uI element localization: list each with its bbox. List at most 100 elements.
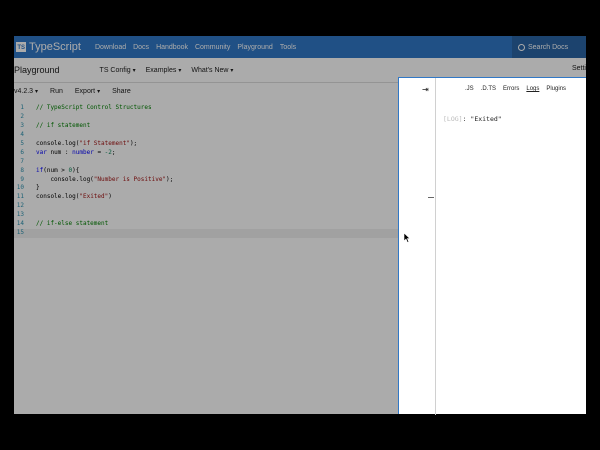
code-token: (num > [43, 166, 69, 174]
settings-link[interactable]: Setti [572, 65, 586, 72]
log-entry: [LOG]: "Exited" [443, 115, 502, 123]
line-number: 11 [16, 193, 24, 201]
code-text: // TypeScript Control Structures [36, 104, 152, 111]
line-number: 4 [20, 130, 24, 138]
nav-link-handbook[interactable]: Handbook [156, 44, 188, 51]
page-title: Playground [14, 65, 60, 75]
code-text: // if statement [36, 122, 90, 129]
code-token: ); [129, 139, 138, 147]
mouse-cursor-icon [404, 233, 411, 243]
code-token: console.log( [36, 139, 80, 147]
code-token: num : [46, 148, 73, 156]
code-line[interactable]: 7 [14, 158, 404, 167]
code-line[interactable]: 8 if(num > 0){ [14, 167, 404, 176]
code-token: console.log( [36, 175, 94, 183]
export-menu[interactable]: Export ▾ [75, 88, 100, 95]
search-docs-button[interactable]: Search Docs [512, 36, 586, 58]
code-text: console.log("Exited") [36, 193, 112, 200]
code-line[interactable]: 12 [14, 202, 404, 211]
line-number: 6 [20, 148, 24, 156]
line-number: 13 [16, 211, 24, 219]
chevron-down-icon: ▾ [97, 88, 101, 95]
code-line[interactable]: 15 [14, 229, 404, 239]
code-token: ){ [72, 166, 80, 174]
whats-new-menu[interactable]: What's New ▾ [191, 67, 233, 74]
brand-name[interactable]: TypeScript [29, 41, 81, 53]
nav-link-community[interactable]: Community [195, 44, 230, 51]
log-text: : "Exited" [462, 115, 502, 123]
line-number: 3 [20, 121, 24, 129]
chevron-down-icon: ▾ [35, 88, 39, 95]
line-number: 5 [20, 139, 24, 147]
chevron-down-icon: ▾ [230, 67, 234, 74]
code-token: ) [108, 193, 112, 201]
chevron-down-icon: ▾ [178, 67, 182, 74]
code-text: var num : number = -2; [36, 149, 116, 156]
line-number: 1 [20, 104, 24, 111]
line-number: 10 [16, 184, 24, 192]
examples-menu[interactable]: Examples ▾ [146, 67, 182, 74]
code-line[interactable]: 11 console.log("Exited") [14, 193, 404, 202]
code-token: ); [166, 175, 174, 183]
tab-js[interactable]: .JS [465, 86, 474, 92]
top-navigation: TS TypeScript Download Docs Handbook Com… [14, 36, 586, 58]
collapse-arrow-icon[interactable]: ⇥ [422, 85, 429, 94]
chevron-down-icon: ▾ [132, 67, 136, 74]
version-select[interactable]: v4.2.3 ▾ [14, 88, 38, 95]
code-text: console.log("Number is Positive"); [36, 176, 173, 183]
line-number: 7 [20, 157, 24, 165]
tab-errors[interactable]: Errors [503, 86, 519, 92]
code-token: "if Statement" [79, 139, 130, 147]
output-tabs: ⇥ .JS .D.TS Errors Logs Plugins [399, 78, 587, 100]
code-token: console.log( [36, 193, 80, 201]
code-line[interactable]: 4 [14, 131, 404, 140]
code-line[interactable]: 2 [14, 113, 404, 122]
line-number: 8 [20, 166, 24, 174]
line-number: 15 [16, 229, 24, 237]
tab-plugins[interactable]: Plugins [546, 86, 566, 92]
code-token: ; [111, 148, 116, 156]
code-text: } [36, 184, 40, 191]
nav-link-playground[interactable]: Playground [237, 44, 272, 51]
nav-link-tools[interactable]: Tools [280, 44, 296, 51]
code-text: // if-else statement [36, 220, 108, 227]
ts-config-menu[interactable]: TS Config ▾ [100, 67, 136, 74]
search-icon [518, 43, 525, 51]
code-token: // if statement [36, 121, 91, 129]
code-token: = [93, 148, 105, 156]
code-line[interactable]: 13 [14, 211, 404, 220]
log-tag: [LOG] [443, 115, 463, 123]
panel-divider[interactable] [435, 78, 436, 415]
typescript-logo[interactable]: TS [16, 42, 26, 52]
code-text: console.log("if Statement"); [36, 140, 137, 147]
resize-handle[interactable] [428, 197, 434, 198]
code-line[interactable]: 10} [14, 184, 404, 193]
tab-logs[interactable]: Logs [526, 86, 539, 92]
code-editor[interactable]: 1 // TypeScript Control Structures 2 3 // if… [14, 104, 404, 414]
code-text: if(num > 0){ [36, 167, 79, 174]
code-line[interactable]: 9 console.log("Number is Positive"); [14, 176, 404, 185]
line-number: 14 [16, 220, 24, 228]
code-token: // TypeScript Control Structures [36, 104, 152, 111]
code-token: // if-else statement [36, 220, 109, 228]
code-line[interactable]: 14 // if-else statement [14, 220, 404, 229]
code-line[interactable]: 6 var num : number = -2; [14, 149, 404, 158]
line-number: 9 [20, 175, 24, 183]
code-token: } [36, 184, 40, 192]
search-label: Search Docs [528, 43, 569, 51]
code-line[interactable]: 3 // if statement [14, 122, 404, 131]
run-button[interactable]: Run [50, 88, 63, 95]
code-token: var [36, 148, 47, 156]
line-number: 12 [16, 202, 24, 210]
share-button[interactable]: Share [112, 88, 131, 95]
output-panel: ⇥ .JS .D.TS Errors Logs Plugins [LOG]: "… [398, 77, 587, 415]
code-token: "Exited" [79, 193, 109, 201]
code-token: number [72, 148, 94, 156]
code-token: "Number is Positive" [93, 175, 167, 183]
line-number: 2 [20, 112, 24, 120]
tab-dts[interactable]: .D.TS [481, 86, 496, 92]
code-line[interactable]: 1 // TypeScript Control Structures [14, 104, 404, 113]
nav-link-download[interactable]: Download [95, 44, 126, 51]
nav-link-docs[interactable]: Docs [133, 44, 149, 51]
code-line[interactable]: 5 console.log("if Statement"); [14, 140, 404, 149]
